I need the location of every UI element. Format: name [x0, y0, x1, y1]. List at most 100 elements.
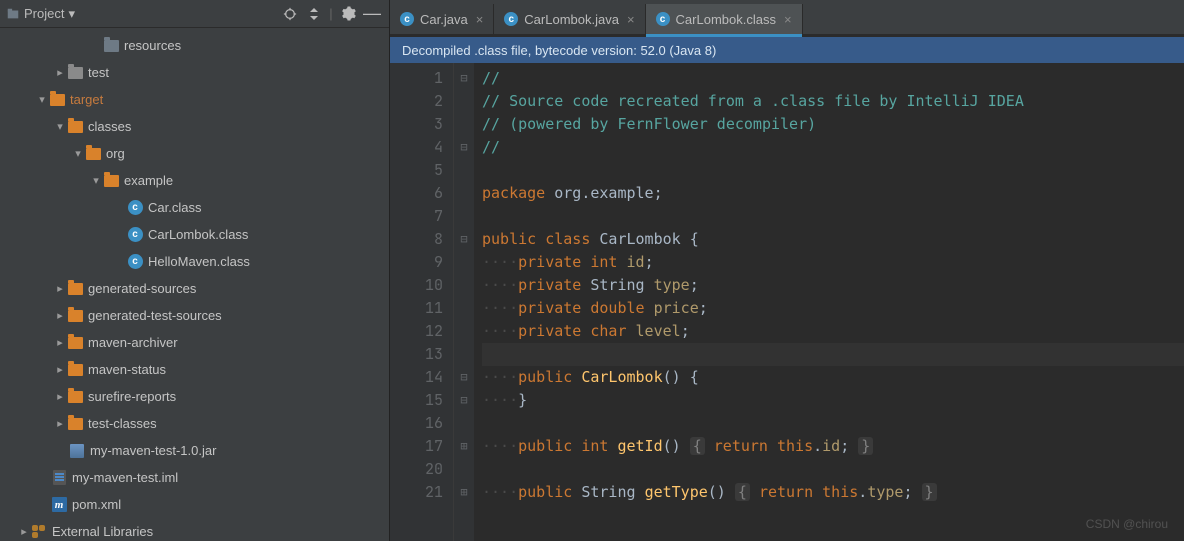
folder-icon [104, 175, 119, 187]
chevron-down-icon[interactable]: ▾ [68, 6, 75, 22]
class-icon: c [128, 254, 143, 269]
tree-node-gentestsources[interactable]: ▸ generated-test-sources [0, 302, 389, 329]
chevron-down-icon[interactable]: ▾ [36, 93, 48, 106]
tree-node-hellomaven-class[interactable]: c HelloMaven.class [0, 248, 389, 275]
tab-car-java[interactable]: c Car.java × [390, 4, 494, 34]
tab-carlombok-java[interactable]: c CarLombok.java × [494, 4, 645, 34]
chevron-right-icon[interactable]: ▸ [54, 309, 66, 322]
gear-icon[interactable] [337, 3, 359, 25]
tree-label: pom.xml [72, 497, 121, 512]
chevron-right-icon[interactable]: ▸ [18, 525, 30, 538]
chevron-down-icon[interactable]: ▾ [54, 120, 66, 133]
tree-node-target[interactable]: ▾ target [0, 86, 389, 113]
folder-icon [104, 40, 119, 52]
folder-icon [68, 283, 83, 295]
tree-label: maven-status [88, 362, 166, 377]
locate-icon[interactable] [279, 3, 301, 25]
class-icon: c [128, 227, 143, 242]
tree-label: surefire-reports [88, 389, 176, 404]
chevron-right-icon[interactable]: ▸ [54, 336, 66, 349]
tree-node-testclasses[interactable]: ▸ test-classes [0, 410, 389, 437]
tab-label: CarLombok.java [524, 12, 619, 27]
tree-label: org [106, 146, 125, 161]
tree-label: HelloMaven.class [148, 254, 250, 269]
tab-label: CarLombok.class [676, 12, 776, 27]
tree-node-extlibs[interactable]: ▸ External Libraries [0, 518, 389, 541]
tree-node-iml[interactable]: my-maven-test.iml [0, 464, 389, 491]
editor-tabs: c Car.java × c CarLombok.java × c CarLombok.c… [390, 0, 1184, 34]
tree-label: test [88, 65, 109, 80]
tab-carlombok-class[interactable]: c CarLombok.class × [646, 4, 803, 34]
hide-icon[interactable]: — [361, 3, 383, 25]
chevron-down-icon[interactable]: ▾ [90, 174, 102, 187]
project-title[interactable]: Project [24, 6, 64, 21]
tree-label: resources [124, 38, 181, 53]
editor-area: c Car.java × c CarLombok.java × c CarLombok.c… [390, 0, 1184, 541]
tree-node-pom[interactable]: m pom.xml [0, 491, 389, 518]
library-icon [32, 525, 46, 539]
tree-label: classes [88, 119, 131, 134]
folder-icon [68, 337, 83, 349]
divider: | [327, 3, 335, 25]
code-area[interactable]: 12345678910111213141516172021 ⊟⊟⊟⊟⊟⊞⊞ //… [390, 63, 1184, 541]
close-icon[interactable]: × [627, 12, 635, 27]
tree-label: generated-sources [88, 281, 196, 296]
chevron-right-icon[interactable]: ▸ [54, 282, 66, 295]
chevron-right-icon[interactable]: ▸ [54, 363, 66, 376]
class-icon: c [656, 12, 670, 26]
folder-icon [68, 364, 83, 376]
tree-node-carlombok-class[interactable]: c CarLombok.class [0, 221, 389, 248]
chevron-down-icon[interactable]: ▾ [72, 147, 84, 160]
folder-icon [68, 418, 83, 430]
tree-label: maven-archiver [88, 335, 178, 350]
class-icon: c [504, 12, 518, 26]
project-header: Project ▾ | — [0, 0, 389, 28]
close-icon[interactable]: × [476, 12, 484, 27]
watermark: CSDN @chirou [1086, 517, 1168, 531]
tree-label: CarLombok.class [148, 227, 248, 242]
tree-node-example[interactable]: ▾ example [0, 167, 389, 194]
tree-node-classes[interactable]: ▾ classes [0, 113, 389, 140]
folder-icon [68, 67, 83, 79]
fold-column[interactable]: ⊟⊟⊟⊟⊟⊞⊞ [454, 63, 474, 541]
project-icon [6, 7, 20, 21]
tree-label: Car.class [148, 200, 201, 215]
tree-label: target [70, 92, 103, 107]
project-tree[interactable]: ▸resources ▸test ▾target ▾classes ▾org ▾… [0, 28, 389, 541]
maven-icon: m [52, 497, 67, 512]
tree-node-org[interactable]: ▾ org [0, 140, 389, 167]
tree-label: my-maven-test-1.0.jar [90, 443, 216, 458]
expand-all-icon[interactable] [303, 3, 325, 25]
tree-node-jar[interactable]: my-maven-test-1.0.jar [0, 437, 389, 464]
class-icon: c [400, 12, 414, 26]
close-icon[interactable]: × [784, 12, 792, 27]
tree-label: example [124, 173, 173, 188]
jar-icon [70, 444, 84, 458]
tree-node-test[interactable]: ▸ test [0, 59, 389, 86]
tree-node-car-class[interactable]: c Car.class [0, 194, 389, 221]
folder-icon [68, 391, 83, 403]
tree-label: External Libraries [52, 524, 153, 539]
chevron-right-icon[interactable]: ▸ [54, 390, 66, 403]
chevron-right-icon[interactable]: ▸ [54, 417, 66, 430]
tree-label: my-maven-test.iml [72, 470, 178, 485]
decompiled-banner: Decompiled .class file, bytecode version… [390, 37, 1184, 63]
tree-label: test-classes [88, 416, 157, 431]
project-tool-window: Project ▾ | — ▸resources ▸test ▾target ▾… [0, 0, 390, 541]
iml-icon [53, 470, 66, 485]
folder-icon [68, 121, 83, 133]
class-icon: c [128, 200, 143, 215]
tree-node-mavenarchiver[interactable]: ▸ maven-archiver [0, 329, 389, 356]
tree-node-resources[interactable]: ▸resources [0, 32, 389, 59]
folder-icon [86, 148, 101, 160]
folder-icon [50, 94, 65, 106]
chevron-right-icon[interactable]: ▸ [54, 66, 66, 79]
tab-label: Car.java [420, 12, 468, 27]
line-gutter: 12345678910111213141516172021 [390, 63, 454, 541]
tree-node-mavenstatus[interactable]: ▸ maven-status [0, 356, 389, 383]
tree-node-gensources[interactable]: ▸ generated-sources [0, 275, 389, 302]
source-code[interactable]: // // Source code recreated from a .clas… [474, 63, 1184, 541]
tree-node-surefire[interactable]: ▸ surefire-reports [0, 383, 389, 410]
folder-icon [68, 310, 83, 322]
tree-label: generated-test-sources [88, 308, 222, 323]
